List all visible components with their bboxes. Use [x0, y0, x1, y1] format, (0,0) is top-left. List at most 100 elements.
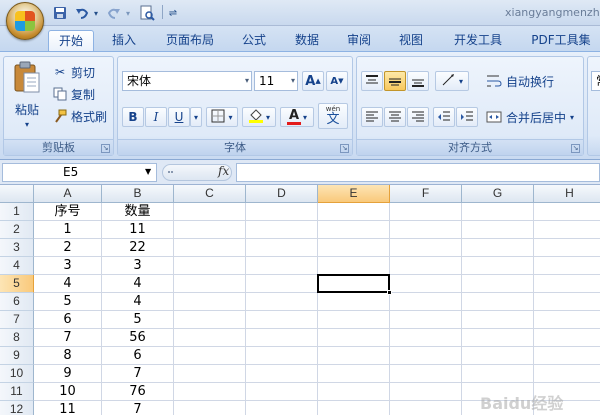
cell-f11[interactable] [390, 383, 462, 401]
tab-view[interactable]: 视图 [390, 30, 432, 52]
decrease-indent-button[interactable] [433, 107, 455, 127]
cell-h8[interactable] [534, 329, 600, 347]
cell-d1[interactable] [246, 203, 318, 221]
clipboard-launcher-icon[interactable]: ↘ [101, 144, 110, 153]
format-painter-button[interactable]: 格式刷 [52, 107, 107, 125]
undo-dropdown-icon[interactable]: ▾ [92, 5, 100, 21]
row-header[interactable]: 7 [0, 311, 34, 329]
align-center-button[interactable] [384, 107, 406, 127]
cell-h7[interactable] [534, 311, 600, 329]
align-middle-button[interactable] [384, 71, 406, 91]
cell-g4[interactable] [462, 257, 534, 275]
cell-h6[interactable] [534, 293, 600, 311]
cell-b2[interactable]: 11 [102, 221, 174, 239]
cell-c8[interactable] [174, 329, 246, 347]
name-box[interactable]: E5 [2, 163, 157, 182]
cell-g9[interactable] [462, 347, 534, 365]
cell-f2[interactable] [390, 221, 462, 239]
bold-button[interactable]: B [122, 107, 144, 127]
align-right-button[interactable] [407, 107, 429, 127]
cut-button[interactable]: ✂ 剪切 [52, 63, 95, 81]
column-header-d[interactable]: D [246, 185, 318, 203]
cell-a2[interactable]: 1 [34, 221, 102, 239]
cell-h10[interactable] [534, 365, 600, 383]
cell-d5[interactable] [246, 275, 318, 293]
row-header[interactable]: 8 [0, 329, 34, 347]
cell-b1[interactable]: 数量 [102, 203, 174, 221]
column-header-e[interactable]: E [318, 185, 390, 203]
cell-f3[interactable] [390, 239, 462, 257]
cell-g3[interactable] [462, 239, 534, 257]
align-left-button[interactable] [361, 107, 383, 127]
cell-f8[interactable] [390, 329, 462, 347]
row-header[interactable]: 3 [0, 239, 34, 257]
alignment-launcher-icon[interactable]: ↘ [571, 144, 580, 153]
cell-d8[interactable] [246, 329, 318, 347]
cell-e12[interactable] [318, 401, 390, 415]
cell-a12[interactable]: 11 [34, 401, 102, 415]
redo-icon[interactable] [106, 5, 122, 21]
cell-f6[interactable] [390, 293, 462, 311]
font-name-select[interactable]: 宋体 ▾ [122, 71, 252, 91]
cell-f7[interactable] [390, 311, 462, 329]
column-header-c[interactable]: C [174, 185, 246, 203]
cell-c1[interactable] [174, 203, 246, 221]
cell-f12[interactable] [390, 401, 462, 415]
cell-h3[interactable] [534, 239, 600, 257]
tab-formulas[interactable]: 公式 [234, 30, 274, 52]
cell-g8[interactable] [462, 329, 534, 347]
cell-e6[interactable] [318, 293, 390, 311]
align-top-button[interactable] [361, 71, 383, 91]
row-header[interactable]: 10 [0, 365, 34, 383]
tab-data[interactable]: 数据 [286, 30, 328, 52]
cell-d7[interactable] [246, 311, 318, 329]
cell-h9[interactable] [534, 347, 600, 365]
fx-icon[interactable]: fx [218, 164, 229, 178]
cell-e10[interactable] [318, 365, 390, 383]
paste-dropdown-icon[interactable]: ▾ [25, 120, 29, 129]
cell-e11[interactable] [318, 383, 390, 401]
wrap-text-button[interactable]: 自动换行 [485, 71, 554, 91]
font-launcher-icon[interactable]: ↘ [340, 144, 349, 153]
cell-h5[interactable] [534, 275, 600, 293]
cell-g10[interactable] [462, 365, 534, 383]
name-box-dropdown-icon[interactable]: ▼ [145, 167, 151, 176]
cell-c5[interactable] [174, 275, 246, 293]
tab-insert[interactable]: 插入 [104, 30, 144, 52]
cell-b10[interactable]: 7 [102, 365, 174, 383]
cell-a3[interactable]: 2 [34, 239, 102, 257]
cell-f9[interactable] [390, 347, 462, 365]
row-header[interactable]: 6 [0, 293, 34, 311]
cell-f5[interactable] [390, 275, 462, 293]
cell-e8[interactable] [318, 329, 390, 347]
formula-input[interactable] [236, 163, 600, 182]
cell-b3[interactable]: 22 [102, 239, 174, 257]
cell-a5[interactable]: 4 [34, 275, 102, 293]
cell-c9[interactable] [174, 347, 246, 365]
cell-e5[interactable] [318, 275, 390, 293]
fill-handle[interactable] [387, 290, 392, 295]
cell-b11[interactable]: 76 [102, 383, 174, 401]
cell-e7[interactable] [318, 311, 390, 329]
cell-h2[interactable] [534, 221, 600, 239]
cell-d12[interactable] [246, 401, 318, 415]
cell-b6[interactable]: 4 [102, 293, 174, 311]
office-button[interactable] [6, 2, 44, 40]
column-header-b[interactable]: B [102, 185, 174, 203]
cell-g1[interactable] [462, 203, 534, 221]
column-header-f[interactable]: F [390, 185, 462, 203]
formula-grip-icon[interactable] [166, 166, 176, 178]
underline-button[interactable]: U [168, 107, 190, 127]
customize-qa-icon[interactable]: ⇌ [168, 5, 178, 21]
cell-g7[interactable] [462, 311, 534, 329]
row-header[interactable]: 4 [0, 257, 34, 275]
paste-button[interactable]: 粘贴 ▾ [10, 61, 44, 131]
cell-b12[interactable]: 7 [102, 401, 174, 415]
cell-c12[interactable] [174, 401, 246, 415]
cell-c2[interactable] [174, 221, 246, 239]
column-header-a[interactable]: A [34, 185, 102, 203]
merge-dropdown-icon[interactable]: ▾ [570, 113, 574, 122]
cell-a10[interactable]: 9 [34, 365, 102, 383]
cell-c10[interactable] [174, 365, 246, 383]
merge-center-button[interactable]: 合并后居中 ▾ [485, 107, 574, 127]
